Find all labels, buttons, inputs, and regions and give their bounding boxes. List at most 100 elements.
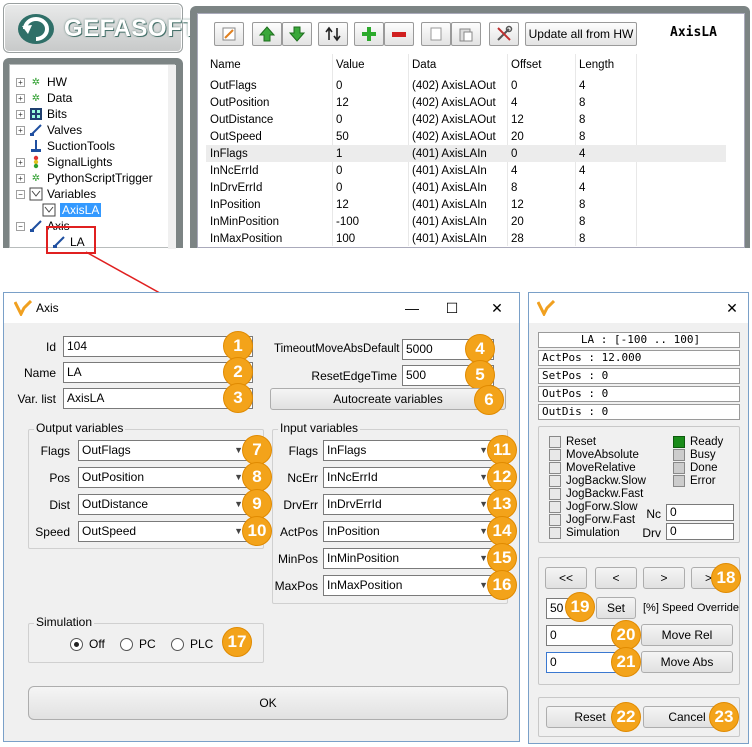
main-window: GEFASOFT + ✲ HW + ✲ Data + Bits + Valves… <box>0 0 752 254</box>
tools-button[interactable] <box>489 22 519 46</box>
outdis-display: OutDis : 0 <box>538 404 740 420</box>
in-actpos-select[interactable]: InPosition ▼ <box>323 521 493 542</box>
gefasoft-logo-icon <box>18 14 54 44</box>
callout-badge: 17 <box>222 627 252 657</box>
tree-item-signallights[interactable]: + SignalLights <box>16 154 112 170</box>
copy-button[interactable] <box>421 22 451 46</box>
jog-back-button[interactable]: < <box>595 567 637 589</box>
jogforw-slow-flag[interactable]: JogForw.Slow <box>549 500 638 513</box>
data-icon: ✲ <box>31 92 41 104</box>
table-row[interactable]: OutFlags 0 (402) AxisLAOut 0 4 <box>206 77 686 94</box>
table-row[interactable]: InMaxPosition 100 (401) AxisLAIn 28 8 <box>206 230 686 247</box>
nc-label: Nc <box>646 507 661 521</box>
table-row[interactable]: OutDistance 0 (402) AxisLAOut 12 8 <box>206 111 686 128</box>
header-length[interactable]: Length <box>579 59 614 71</box>
checkbox-icon <box>549 500 561 513</box>
expand-icon[interactable]: + <box>16 173 25 183</box>
edit-button[interactable] <box>214 22 244 46</box>
table-row[interactable]: InNcErrId 0 (401) AxisLAIn 4 4 <box>206 162 686 179</box>
jog-forward-button[interactable]: > <box>643 567 685 589</box>
table-row[interactable]: OutSpeed 50 (402) AxisLAOut 20 8 <box>206 128 686 145</box>
header-name[interactable]: Name <box>210 59 241 71</box>
autocreate-variables-button[interactable]: Autocreate variables <box>270 388 506 410</box>
jogbackw-slow-flag[interactable]: JogBackw.Slow <box>549 474 646 487</box>
drv-field: 0 <box>666 523 734 540</box>
sim-pc-radio[interactable]: PC <box>120 637 156 651</box>
bits-icon <box>29 107 43 121</box>
remove-button[interactable] <box>384 22 414 46</box>
table-row-selected[interactable]: InFlags 1 (401) AxisLAIn 0 4 <box>206 145 726 162</box>
out-flags-select[interactable]: OutFlags ▼ <box>78 440 248 461</box>
paste-button[interactable] <box>451 22 481 46</box>
tree-item-variables[interactable]: − Variables <box>16 186 96 202</box>
add-button[interactable] <box>354 22 384 46</box>
jogforw-fast-flag[interactable]: JogForw.Fast <box>549 513 635 526</box>
table-row[interactable]: InMinPosition -100 (401) AxisLAIn 20 8 <box>206 213 686 230</box>
move-up-button[interactable] <box>252 22 282 46</box>
checkbox-icon <box>549 474 561 487</box>
expand-icon[interactable]: + <box>16 125 25 135</box>
sort-button[interactable] <box>318 22 348 46</box>
project-tree[interactable]: + ✲ HW + ✲ Data + Bits + Valves SuctionT… <box>9 64 176 249</box>
callout-badge: 21 <box>611 647 641 677</box>
moverelative-flag[interactable]: MoveRelative <box>549 461 636 474</box>
collapse-icon[interactable]: − <box>16 221 25 231</box>
expand-icon[interactable]: + <box>16 109 25 119</box>
expand-icon[interactable]: + <box>16 93 25 103</box>
ok-button[interactable]: OK <box>28 686 508 720</box>
tree-item-valves[interactable]: + Valves <box>16 122 82 138</box>
close-icon[interactable]: ✕ <box>487 298 507 318</box>
callout-badge: 11 <box>487 435 517 465</box>
moveabsolute-flag[interactable]: MoveAbsolute <box>549 448 639 461</box>
maximize-icon[interactable]: ☐ <box>442 298 462 318</box>
tree-item-suctiontools[interactable]: SuctionTools <box>29 138 115 154</box>
in-ncerr-label: NcErr <box>287 471 318 485</box>
led-off-icon <box>673 474 685 487</box>
in-flags-select[interactable]: InFlags ▼ <box>323 440 493 461</box>
move-rel-button[interactable]: Move Rel <box>641 624 733 646</box>
close-icon[interactable]: ✕ <box>722 298 742 318</box>
tree-item-data[interactable]: + ✲ Data <box>16 90 72 106</box>
actpos-display: ActPos : 12.000 <box>538 350 740 366</box>
move-abs-button[interactable]: Move Abs <box>641 651 733 673</box>
expand-icon[interactable]: + <box>16 77 25 87</box>
table-row[interactable]: InDrvErrId 0 (401) AxisLAIn 8 4 <box>206 179 686 196</box>
simulation-flag[interactable]: Simulation <box>549 526 620 539</box>
move-down-button[interactable] <box>282 22 312 46</box>
out-speed-select[interactable]: OutSpeed ▼ <box>78 521 248 542</box>
sim-off-radio[interactable]: Off <box>70 637 105 651</box>
table-row[interactable]: OutPosition 12 (402) AxisLAOut 4 8 <box>206 94 686 111</box>
header-data[interactable]: Data <box>412 59 436 71</box>
in-ncerr-select[interactable]: InNcErrId ▼ <box>323 467 493 488</box>
axis-dialog-titlebar: Axis — ☐ ✕ <box>4 293 519 323</box>
tree-item-axisla[interactable]: AxisLA <box>42 202 102 218</box>
paste-icon <box>459 28 473 42</box>
in-minpos-select[interactable]: InMinPosition ▼ <box>323 548 493 569</box>
in-maxpos-select[interactable]: InMaxPosition ▼ <box>323 575 493 596</box>
tree-item-hw[interactable]: + ✲ HW <box>16 74 67 90</box>
varlist-label: Var. list <box>17 392 56 406</box>
reset-flag[interactable]: Reset <box>549 435 596 448</box>
tree-item-bits[interactable]: + Bits <box>16 106 67 122</box>
out-dist-select[interactable]: OutDistance ▼ <box>78 494 248 515</box>
minimize-icon[interactable]: — <box>402 298 422 318</box>
nc-field: 0 <box>666 504 734 521</box>
in-flags-label: Flags <box>288 444 318 458</box>
jog-fast-back-button[interactable]: << <box>545 567 587 589</box>
table-row[interactable]: InPosition 12 (401) AxisLAIn 12 8 <box>206 196 686 213</box>
tree-scrollbar[interactable] <box>168 65 176 249</box>
header-offset[interactable]: Offset <box>511 59 541 71</box>
expand-icon[interactable]: + <box>16 157 25 167</box>
tree-item-pythonscripttrigger[interactable]: + ✲ PythonScriptTrigger <box>16 170 153 186</box>
collapse-icon[interactable]: − <box>16 189 25 199</box>
speed-override-label: [%] Speed Override <box>643 602 739 614</box>
update-all-button[interactable]: Update all from HW <box>525 22 637 46</box>
header-value[interactable]: Value <box>336 59 365 71</box>
sim-plc-radio[interactable]: PLC <box>171 637 213 651</box>
out-pos-select[interactable]: OutPosition ▼ <box>78 467 248 488</box>
radio-unchecked-icon <box>171 637 184 651</box>
jogbackw-fast-flag[interactable]: JogBackw.Fast <box>549 487 643 500</box>
sort-arrows-icon <box>325 26 341 42</box>
in-drverr-select[interactable]: InDrvErrId ▼ <box>323 494 493 515</box>
set-speed-button[interactable]: Set <box>596 597 636 619</box>
